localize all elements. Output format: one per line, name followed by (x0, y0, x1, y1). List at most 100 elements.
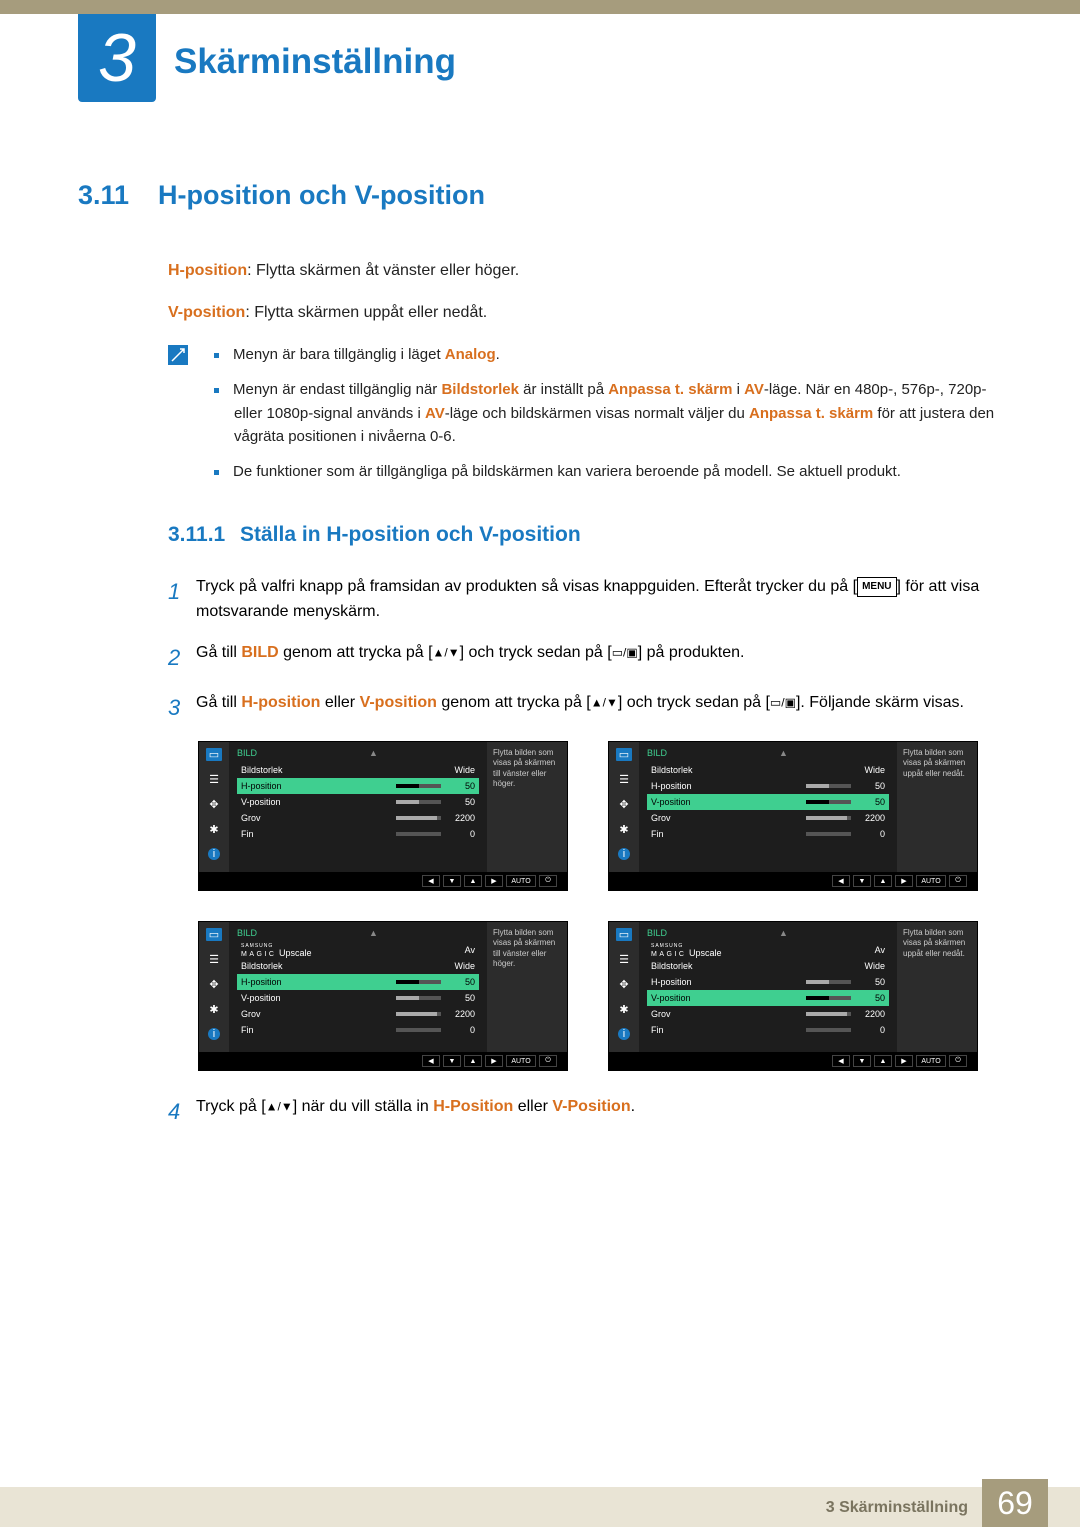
subsection-heading: 3.11.1Ställa in H-position och V-positio… (168, 523, 1002, 547)
monitor-icon: ▭ (206, 748, 222, 761)
vposition-description: V-position: Flytta skärmen uppåt eller n… (168, 301, 1002, 325)
up-caret-icon: ▲ (369, 748, 378, 758)
step-1: 1 Tryck på valfri knapp på framsidan av … (168, 575, 1002, 625)
osd-row-fin: Fin0 (647, 826, 889, 842)
up-caret-icon: ▲ (369, 928, 378, 938)
page-number: 69 (982, 1479, 1048, 1527)
move-icon: ✥ (616, 798, 632, 811)
step-number: 3 (168, 691, 196, 725)
gear-icon: ✱ (616, 1003, 632, 1016)
osd-help-text: Flytta bilden som visas på skärmen uppåt… (897, 922, 977, 1052)
osd-panel: ▲ ▭ ☰ ✥ ✱ i BILD BildstorlekWide H-posit… (198, 741, 568, 891)
section-title: H-position och V-position (158, 180, 485, 210)
up-caret-icon: ▲ (779, 928, 788, 938)
osd-help-text: Flytta bilden som visas på skärmen uppåt… (897, 742, 977, 872)
nav-left-icon: ◀ (832, 875, 850, 887)
step-4: 4 Tryck på [▲/▼] när du vill ställa in H… (168, 1095, 1002, 1129)
move-icon: ✥ (206, 798, 222, 811)
monitor-icon: ▭ (616, 748, 632, 761)
nav-left-icon: ◀ (832, 1055, 850, 1067)
info-icon: i (208, 848, 220, 860)
nav-down-icon: ▼ (443, 875, 461, 887)
list-icon: ☰ (616, 773, 632, 786)
osd-panel: ▲ ▭ ☰ ✥ ✱ i BILD BildstorlekWide H-posit… (608, 741, 978, 891)
osd-row-hposition: H-position50 (237, 974, 479, 990)
list-icon: ☰ (616, 953, 632, 966)
osd-footer: ◀ ▼ ▲ ▶ AUTO ⏻ (609, 872, 977, 890)
nav-up-icon: ▲ (874, 875, 892, 887)
osd-row-hposition: H-position50 (237, 778, 479, 794)
step-2: 2 Gå till BILD genom att trycka på [▲/▼]… (168, 641, 1002, 675)
enter-icon: ▭/▣ (770, 695, 796, 709)
osd-panel: ▲ ▭ ☰ ✥ ✱ i BILD SAMSUNGMAGIC UpscaleAv … (198, 921, 568, 1071)
step-3: 3 Gå till H-position eller V-position ge… (168, 691, 1002, 725)
chapter-title: Skärminställning (174, 42, 456, 82)
osd-title: BILD (237, 748, 479, 758)
osd-footer: ◀ ▼ ▲ ▶ AUTO ⏻ (609, 1052, 977, 1070)
nav-left-icon: ◀ (422, 875, 440, 887)
osd-title: BILD (647, 748, 889, 758)
osd-row-grov: Grov2200 (237, 1006, 479, 1022)
step-number: 4 (168, 1095, 196, 1129)
page-footer: 3 Skärminställning 69 (0, 1479, 1080, 1527)
power-icon: ⏻ (949, 875, 967, 887)
auto-button: AUTO (506, 1055, 536, 1067)
osd-row-fin: Fin0 (237, 826, 479, 842)
osd-row-bildstorlek: BildstorlekWide (647, 762, 889, 778)
osd-screenshots: ▲ ▭ ☰ ✥ ✱ i BILD BildstorlekWide H-posit… (198, 741, 1002, 1071)
osd-row-bildstorlek: BildstorlekWide (237, 762, 479, 778)
osd-row-hposition: H-position50 (647, 974, 889, 990)
power-icon: ⏻ (949, 1055, 967, 1067)
info-icon: i (208, 1028, 220, 1040)
osd-footer: ◀ ▼ ▲ ▶ AUTO ⏻ (199, 1052, 567, 1070)
osd-row-vposition: V-position50 (237, 990, 479, 1006)
nav-right-icon: ▶ (485, 875, 503, 887)
nav-right-icon: ▶ (895, 875, 913, 887)
osd-row-fin: Fin0 (237, 1022, 479, 1038)
osd-sidebar: ▭ ☰ ✥ ✱ i (609, 922, 639, 1052)
nav-right-icon: ▶ (485, 1055, 503, 1067)
list-icon: ☰ (206, 953, 222, 966)
move-icon: ✥ (206, 978, 222, 991)
osd-title: BILD (237, 928, 479, 938)
move-icon: ✥ (616, 978, 632, 991)
note-icon (168, 345, 188, 365)
osd-sidebar: ▭ ☰ ✥ ✱ i (199, 742, 229, 872)
note-block: Menyn är bara tillgänglig i läget Analog… (168, 343, 1002, 495)
note-item-1: Menyn är bara tillgänglig i läget Analog… (212, 343, 1002, 366)
osd-row-upscale: SAMSUNGMAGIC UpscaleAv (237, 942, 479, 958)
top-accent-bar (0, 0, 1080, 14)
up-caret-icon: ▲ (779, 748, 788, 758)
osd-panel: ▲ ▭ ☰ ✥ ✱ i BILD SAMSUNGMAGIC UpscaleAv … (608, 921, 978, 1071)
footer-chapter-label: 3 Skärminställning (826, 1499, 968, 1517)
up-down-icon: ▲/▼ (266, 1100, 293, 1114)
osd-sidebar: ▭ ☰ ✥ ✱ i (199, 922, 229, 1052)
osd-row-fin: Fin0 (647, 1022, 889, 1038)
osd-row-grov: Grov2200 (237, 810, 479, 826)
nav-down-icon: ▼ (853, 1055, 871, 1067)
hposition-description: H-position: Flytta skärmen åt vänster el… (168, 259, 1002, 283)
nav-down-icon: ▼ (853, 875, 871, 887)
list-icon: ☰ (206, 773, 222, 786)
osd-help-text: Flytta bilden som visas på skärmen till … (487, 742, 567, 872)
nav-left-icon: ◀ (422, 1055, 440, 1067)
osd-row-vposition: V-position50 (647, 794, 889, 810)
vposition-label: V-position (168, 304, 245, 321)
osd-help-text: Flytta bilden som visas på skärmen till … (487, 922, 567, 1052)
note-item-3: De funktioner som är tillgängliga på bil… (212, 460, 1002, 483)
menu-button-label: MENU (857, 577, 896, 597)
subsection-title: Ställa in H-position och V-position (240, 523, 581, 546)
osd-row-hposition: H-position50 (647, 778, 889, 794)
section-number: 3.11 (78, 180, 158, 211)
gear-icon: ✱ (206, 1003, 222, 1016)
osd-row-vposition: V-position50 (647, 990, 889, 1006)
info-icon: i (618, 848, 630, 860)
step-number: 1 (168, 575, 196, 625)
nav-up-icon: ▲ (464, 1055, 482, 1067)
enter-icon: ▭/▣ (612, 645, 638, 659)
gear-icon: ✱ (206, 823, 222, 836)
step-number: 2 (168, 641, 196, 675)
note-item-2: Menyn är endast tillgänglig när Bildstor… (212, 378, 1002, 448)
auto-button: AUTO (916, 875, 946, 887)
osd-footer: ◀ ▼ ▲ ▶ AUTO ⏻ (199, 872, 567, 890)
